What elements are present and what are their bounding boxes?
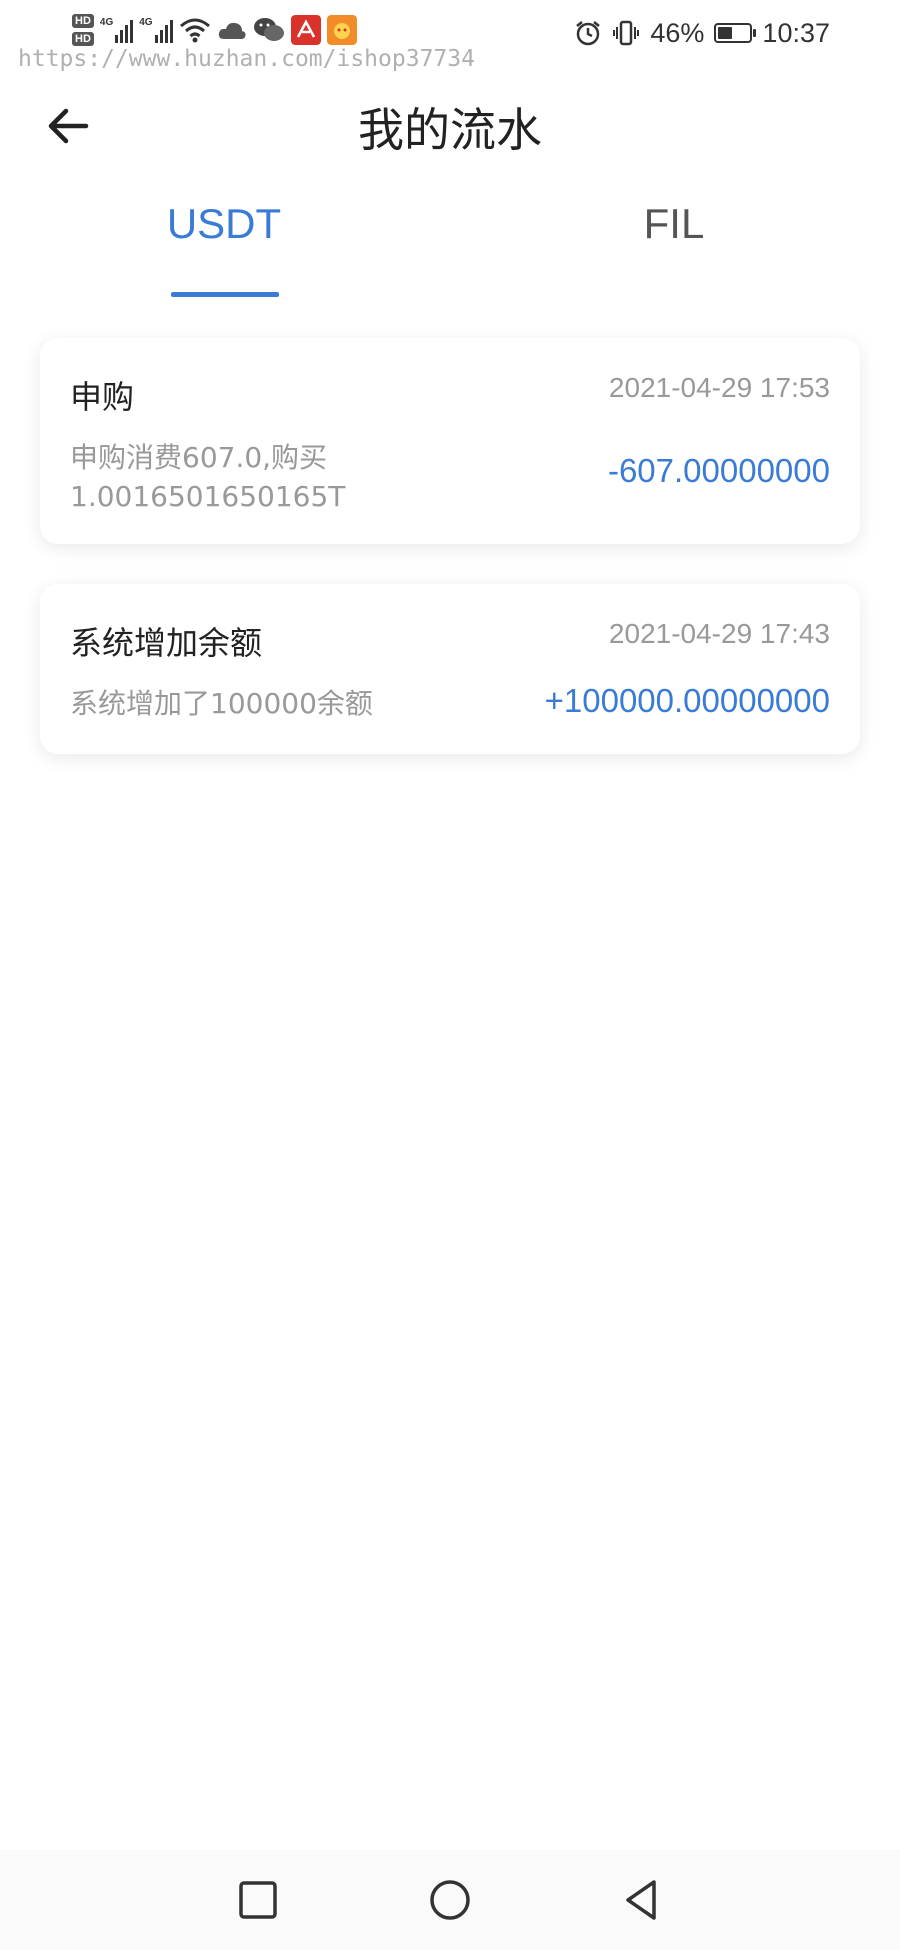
network-type-label-2: 4G bbox=[139, 17, 153, 28]
recent-apps-button[interactable] bbox=[232, 1874, 284, 1926]
cloud-icon bbox=[218, 22, 246, 39]
signal-icon-2: 4G bbox=[139, 17, 173, 43]
watermark-url: https://www.huzhan.com/ishop37734 bbox=[18, 46, 475, 72]
wechat-icon bbox=[253, 18, 284, 41]
record-description-line-1: 系统增加了100000余额 bbox=[70, 687, 373, 720]
status-bar-right: 46% 10:37 bbox=[574, 10, 830, 56]
record-description-line-2: 1.0016501650165T bbox=[70, 480, 346, 513]
alarm-icon bbox=[576, 21, 601, 46]
home-button[interactable] bbox=[424, 1874, 476, 1926]
system-back-button[interactable] bbox=[616, 1874, 668, 1926]
hd-badge-1: HD bbox=[72, 14, 94, 28]
app-orange-icon bbox=[326, 15, 357, 45]
hd-indicators: HD HD bbox=[72, 14, 94, 46]
active-tab-indicator bbox=[171, 292, 279, 297]
battery-percent: 46% bbox=[650, 17, 705, 48]
record-description-line-1: 申购消费607.0,购买 bbox=[70, 441, 328, 474]
battery-icon bbox=[714, 23, 757, 43]
record-title: 系统增加余额 bbox=[70, 624, 263, 662]
clock: 10:37 bbox=[762, 17, 830, 48]
page-title: 我的流水 bbox=[358, 103, 542, 157]
record-title: 申购 bbox=[70, 378, 135, 416]
record-time: 2021-04-29 17:53 bbox=[608, 372, 830, 403]
home-icon bbox=[430, 1880, 470, 1920]
record-description: 系统增加了100000余额 bbox=[70, 684, 373, 723]
tab-usdt[interactable]: USDT bbox=[124, 200, 324, 248]
record-description: 申购消费607.0,购买 1.0016501650165T bbox=[70, 438, 345, 516]
wifi-icon bbox=[179, 18, 210, 43]
record-time: 2021-04-29 17:43 bbox=[608, 618, 830, 649]
system-nav-bar bbox=[0, 1850, 900, 1950]
record-amount: +100000.00000000 bbox=[544, 682, 830, 719]
app-red-icon bbox=[290, 15, 321, 45]
network-type-label: 4G bbox=[99, 17, 114, 28]
record-amount: -607.00000000 bbox=[607, 452, 830, 489]
header: 我的流水 bbox=[0, 80, 900, 170]
record-card[interactable]: 申购 2021-04-29 17:53 申购消费607.0,购买 1.00165… bbox=[40, 338, 860, 544]
back-triangle-icon bbox=[626, 1880, 656, 1920]
status-bar-left: HD HD 4G 4G bbox=[72, 10, 357, 50]
record-card[interactable]: 系统增加余额 2021-04-29 17:43 系统增加了100000余额 +1… bbox=[40, 584, 860, 754]
hd-badge-2: HD bbox=[72, 32, 94, 46]
battery-level bbox=[718, 27, 733, 39]
tab-bar: USDT FIL bbox=[0, 200, 900, 300]
vibrate-icon bbox=[613, 20, 640, 46]
tab-fil[interactable]: FIL bbox=[574, 200, 774, 248]
signal-icon: 4G bbox=[99, 17, 134, 43]
recent-apps-icon bbox=[239, 1881, 277, 1919]
